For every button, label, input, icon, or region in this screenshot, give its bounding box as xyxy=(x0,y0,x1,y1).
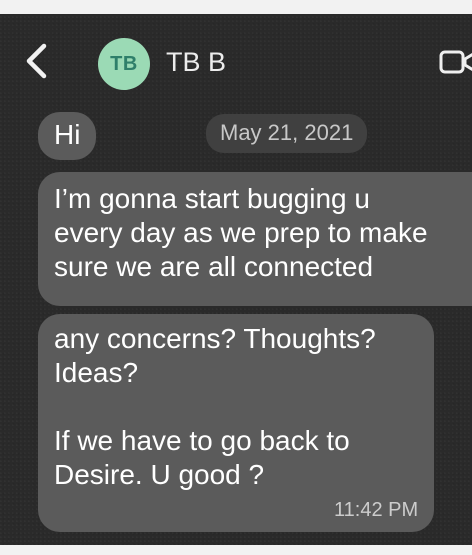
contact-initials: TB xyxy=(110,52,138,75)
message-line: any concerns? Thoughts? xyxy=(54,323,376,354)
message-line: sure we are all connected xyxy=(54,251,374,282)
contact-name[interactable]: TB B xyxy=(166,46,226,78)
video-call-icon[interactable] xyxy=(438,47,472,77)
message-line: I’m gonna start bugging u xyxy=(54,183,370,214)
screen-bottom-edge xyxy=(0,545,472,555)
message-line: If we have to go back to xyxy=(54,425,350,456)
message-timestamp: 11:42 PM xyxy=(334,499,419,521)
message-line: Hi xyxy=(54,119,81,150)
date-label: May 21, 2021 xyxy=(206,114,368,153)
message-line: Desire. U good ? xyxy=(54,459,265,490)
contact-avatar[interactable]: TB xyxy=(98,38,150,90)
message-line: Ideas? xyxy=(54,357,139,388)
screen-top-edge xyxy=(0,0,472,14)
messages-screen: TB TB B Hi May 21, 2021 I’m gonna start … xyxy=(0,0,472,555)
message-bubble-hi[interactable]: Hi xyxy=(38,112,97,160)
message-bubble-prep[interactable]: I’m gonna start bugging u every day as w… xyxy=(38,172,472,306)
back-chevron-icon[interactable] xyxy=(22,42,52,80)
message-bubble-concerns[interactable]: any concerns? Thoughts? Ideas? If we hav… xyxy=(38,314,434,532)
message-line: every day as we prep to make xyxy=(54,217,428,248)
chevron-left-icon xyxy=(26,43,47,79)
